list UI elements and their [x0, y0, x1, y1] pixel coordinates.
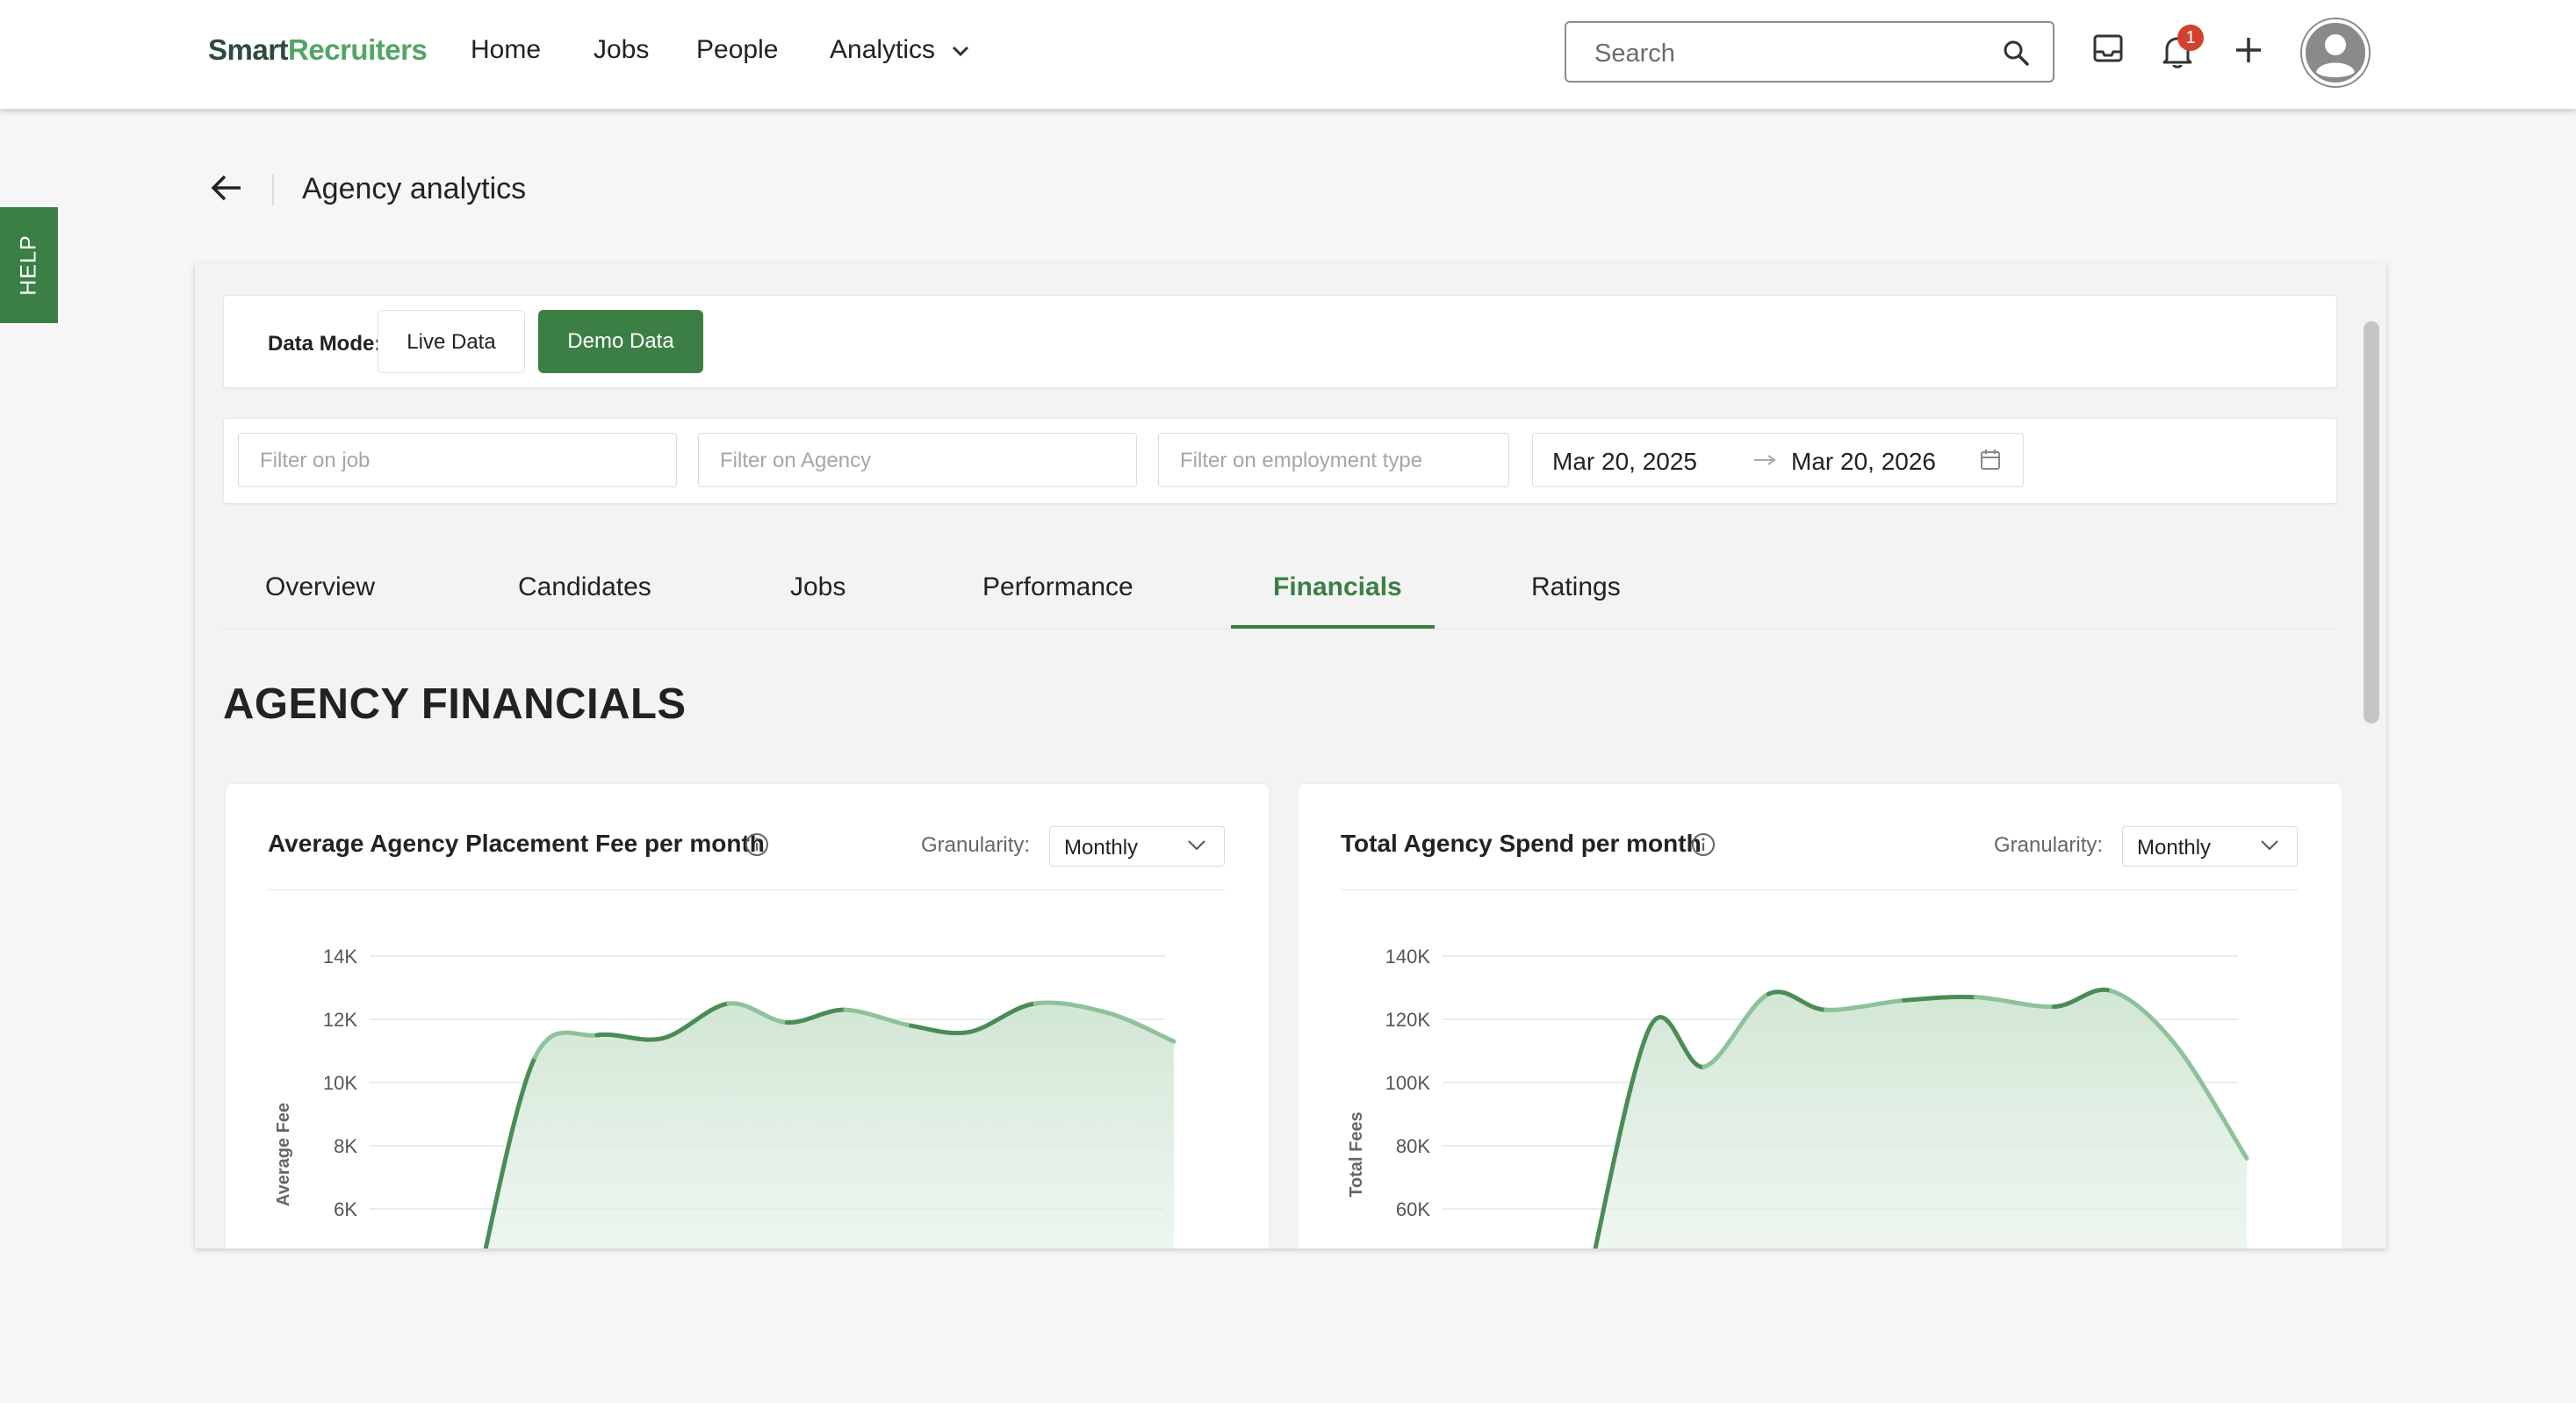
total-spend-area-chart: 140K 120K 100K 80K 60K Total Fees	[1347, 946, 2252, 1248]
y-tick-label: 80K	[1396, 1135, 1430, 1157]
analytics-panel: Data Mode: Live Data Demo Data Mar 20, 2…	[195, 263, 2386, 1248]
section-title: AGENCY FINANCIALS	[223, 680, 687, 728]
y-axis-label: Average Fee	[274, 1103, 293, 1206]
y-tick-label: 60K	[1396, 1198, 1430, 1220]
tab-candidates[interactable]: Candidates	[518, 572, 651, 602]
employment-type-filter[interactable]	[1158, 433, 1509, 487]
data-point[interactable]	[1030, 998, 1040, 1009]
tab-ratings[interactable]: Ratings	[1531, 572, 1621, 602]
plus-icon[interactable]	[2234, 35, 2263, 65]
area-fill	[1595, 989, 2247, 1248]
nav-analytics[interactable]: Analytics	[830, 35, 970, 65]
total-spend-card: Total Agency Spend per month Granularity…	[1298, 783, 2342, 1248]
y-tick-label: 6K	[334, 1198, 357, 1220]
top-navigation-bar: SmartRecruiters Home Jobs People Analyti…	[0, 0, 2576, 109]
help-label: HELP	[16, 234, 41, 296]
data-point[interactable]	[2048, 1002, 2059, 1012]
data-point[interactable]	[723, 998, 734, 1009]
inbox-icon[interactable]	[2091, 32, 2125, 65]
y-tick-label: 140K	[1385, 946, 1431, 968]
tab-performance[interactable]: Performance	[982, 572, 1133, 602]
data-point[interactable]	[1103, 1008, 1113, 1018]
data-point[interactable]	[1645, 1020, 1656, 1031]
calendar-icon[interactable]	[1979, 448, 2002, 472]
y-tick-label: 8K	[334, 1135, 357, 1157]
live-data-button[interactable]: Live Data	[378, 310, 525, 373]
tab-financials[interactable]: Financials	[1273, 572, 1402, 602]
help-tab[interactable]: HELP	[0, 207, 58, 323]
filter-card: Mar 20, 2025 Mar 20, 2026	[223, 418, 2337, 504]
chevron-down-icon	[953, 47, 969, 57]
area-fill	[486, 1003, 1174, 1248]
logo-text-smart: Smart	[208, 33, 289, 66]
range-arrow-icon	[1754, 455, 1776, 465]
date-range-picker[interactable]: Mar 20, 2025 Mar 20, 2026	[1532, 433, 2024, 487]
search-box[interactable]	[1565, 21, 2054, 83]
data-point[interactable]	[1699, 1061, 1709, 1072]
y-tick-label: 120K	[1385, 1009, 1431, 1031]
date-end[interactable]: Mar 20, 2026	[1791, 448, 1936, 476]
data-point[interactable]	[781, 1018, 792, 1028]
data-point[interactable]	[529, 1052, 540, 1062]
header-divider	[272, 174, 274, 205]
y-tick-label: 100K	[1385, 1072, 1431, 1094]
y-axis-label: Total Fees	[1347, 1112, 1366, 1197]
job-filter-input[interactable]	[258, 446, 634, 476]
nav-jobs[interactable]: Jobs	[594, 35, 649, 65]
data-point[interactable]	[658, 1033, 668, 1044]
vertical-scrollbar[interactable]	[2364, 321, 2379, 723]
data-point[interactable]	[2170, 1040, 2181, 1050]
data-mode-label: Data Mode:	[268, 332, 382, 356]
tab-overview[interactable]: Overview	[265, 572, 375, 602]
search-input[interactable]	[1593, 33, 1982, 74]
tab-jobs[interactable]: Jobs	[790, 572, 845, 602]
y-tick-label: 10K	[323, 1072, 357, 1094]
data-point[interactable]	[2106, 986, 2117, 996]
data-point[interactable]	[906, 1020, 917, 1031]
data-point[interactable]	[1169, 1036, 1179, 1047]
data-point[interactable]	[1899, 995, 1910, 1005]
y-tick-label: 12K	[323, 1009, 357, 1031]
smartrecruiters-logo[interactable]: SmartRecruiters	[208, 33, 428, 67]
employment-type-input[interactable]	[1178, 446, 1479, 476]
nav-analytics-label: Analytics	[830, 35, 936, 64]
data-point[interactable]	[1820, 1004, 1831, 1015]
data-point[interactable]	[1763, 989, 1774, 999]
data-point[interactable]	[592, 1030, 602, 1040]
back-arrow-icon[interactable]	[209, 172, 244, 204]
agency-filter-input[interactable]	[718, 446, 1094, 476]
demo-data-button[interactable]: Demo Data	[538, 310, 703, 373]
nav-home[interactable]: Home	[471, 35, 541, 65]
data-point[interactable]	[2241, 1153, 2252, 1163]
user-avatar[interactable]	[2300, 18, 2371, 88]
logo-text-recruiters: Recruiters	[288, 33, 428, 66]
data-point[interactable]	[964, 1026, 975, 1037]
search-icon[interactable]	[2002, 39, 2030, 67]
job-filter[interactable]	[238, 433, 677, 487]
data-mode-card: Data Mode: Live Data Demo Data	[223, 295, 2337, 388]
data-point[interactable]	[1970, 992, 1981, 1003]
nav-people[interactable]: People	[696, 35, 778, 65]
notification-count-badge: 1	[2177, 25, 2204, 51]
user-silhouette-icon	[2302, 19, 2369, 86]
page-title: Agency analytics	[302, 172, 527, 205]
tabs-divider	[219, 629, 2335, 630]
y-tick-label: 14K	[323, 946, 357, 968]
active-tab-indicator	[1231, 625, 1435, 629]
avg-placement-fee-card: Average Agency Placement Fee per month G…	[225, 783, 1270, 1248]
data-point[interactable]	[840, 1004, 851, 1015]
agency-filter[interactable]	[698, 433, 1137, 487]
date-start[interactable]: Mar 20, 2025	[1552, 448, 1697, 476]
avg-fee-area-chart: 14K 12K 10K 8K 6K Average Fee	[274, 946, 1179, 1248]
